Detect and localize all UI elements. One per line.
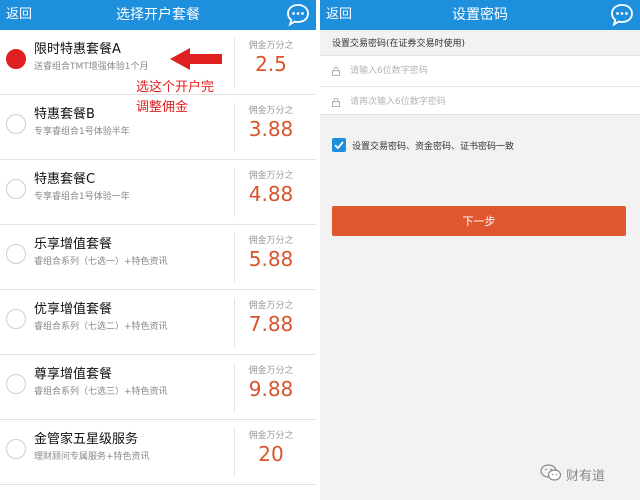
section-label: 设置交易密码(在证券交易时使用) bbox=[332, 39, 466, 49]
page-title: 设置密码 bbox=[452, 7, 508, 23]
plan-name: 金管家五星级服务 bbox=[34, 432, 139, 447]
plan-radio[interactable] bbox=[6, 244, 26, 264]
wechat-icon bbox=[540, 464, 562, 481]
commission-rate: 7.88 bbox=[248, 312, 294, 336]
annotation-line: 调整佣金 bbox=[136, 100, 189, 115]
commission-label: 佣金万分之 bbox=[248, 301, 294, 311]
commission-rate: 9.88 bbox=[248, 377, 294, 401]
plan-name: 乐享增值套餐 bbox=[34, 237, 113, 252]
plan-name: 尊享增值套餐 bbox=[34, 367, 113, 382]
lock-icon bbox=[332, 67, 340, 76]
plan-radio[interactable] bbox=[6, 114, 26, 134]
confirm-password-row bbox=[320, 86, 640, 116]
plan-name: 特惠套餐C bbox=[34, 172, 96, 187]
watermark-text: 财有道 bbox=[566, 469, 606, 484]
plan-item-c[interactable]: 特惠套餐C 专享睿组合1号体验一年 佣金万分之 4.88 bbox=[0, 160, 316, 225]
plan-radio[interactable] bbox=[6, 179, 26, 199]
plan-item-lexiang[interactable]: 乐享增值套餐 睿组合系列（七选一）+特色资讯 佣金万分之 5.88 bbox=[0, 225, 316, 290]
set-password-screen: 返回 设置密码 设置交易密码(在证券交易时使用) 设置交易密码、资金密码、证书密… bbox=[320, 0, 640, 500]
plan-radio-selected[interactable] bbox=[6, 49, 26, 69]
confirm-password-input[interactable] bbox=[350, 93, 620, 111]
page-title: 选择开户套餐 bbox=[116, 7, 200, 23]
commission-rate: 20 bbox=[258, 442, 284, 466]
plan-description: 睿组合系列（七选三）+特色资讯 bbox=[34, 387, 168, 397]
plan-radio[interactable] bbox=[6, 439, 26, 459]
annotation-arrow-icon bbox=[170, 48, 222, 70]
plan-description: 专享睿组合1号体验半年 bbox=[34, 127, 130, 137]
chat-bubble-icon[interactable] bbox=[610, 3, 634, 27]
plan-description: 专享睿组合1号体验一年 bbox=[34, 192, 130, 202]
annotation-note: 选这个开户完 调整佣金 bbox=[136, 78, 214, 118]
password-row bbox=[320, 56, 640, 86]
lock-icon bbox=[332, 98, 340, 107]
plan-item-zunxiang[interactable]: 尊享增值套餐 睿组合系列（七选三）+特色资讯 佣金万分之 9.88 bbox=[0, 355, 316, 420]
plan-description: 理财顾问专属服务+特色资讯 bbox=[34, 452, 150, 462]
plan-description: 睿组合系列（七选二）+特色资讯 bbox=[34, 322, 168, 332]
commission-rate: 5.88 bbox=[248, 247, 294, 271]
plan-selection-screen: 返回 选择开户套餐 限时特惠套餐A 送睿组合TMT增强体验1个月 佣金万分之 2… bbox=[0, 0, 316, 500]
password-input[interactable] bbox=[350, 62, 620, 80]
plan-name: 优享增值套餐 bbox=[34, 302, 113, 317]
divider bbox=[234, 298, 235, 347]
chat-bubble-icon[interactable] bbox=[286, 3, 310, 27]
checkbox-checked-icon[interactable] bbox=[332, 138, 346, 152]
plan-item-jinguanjia[interactable]: 金管家五星级服务 理财顾问专属服务+特色资讯 佣金万分之 20 bbox=[0, 420, 316, 485]
navbar: 返回 选择开户套餐 bbox=[0, 0, 316, 30]
commission-label: 佣金万分之 bbox=[248, 171, 294, 181]
divider bbox=[234, 38, 235, 87]
checkbox-label: 设置交易密码、资金密码、证书密码一致 bbox=[352, 142, 515, 152]
divider bbox=[234, 103, 235, 152]
plan-radio[interactable] bbox=[6, 309, 26, 329]
annotation-line: 选这个开户完 bbox=[136, 80, 215, 95]
plan-radio[interactable] bbox=[6, 374, 26, 394]
divider bbox=[234, 363, 235, 412]
divider bbox=[234, 233, 235, 282]
commission-label: 佣金万分之 bbox=[248, 431, 294, 441]
navbar: 返回 设置密码 bbox=[320, 0, 640, 30]
commission-rate: 3.88 bbox=[248, 117, 294, 141]
plan-name: 限时特惠套餐A bbox=[34, 42, 121, 57]
plan-description: 送睿组合TMT增强体验1个月 bbox=[34, 62, 149, 72]
commission-label: 佣金万分之 bbox=[248, 366, 294, 376]
plan-name: 特惠套餐B bbox=[34, 107, 95, 122]
commission-label: 佣金万分之 bbox=[248, 106, 294, 116]
password-form bbox=[320, 55, 640, 115]
divider bbox=[234, 428, 235, 477]
divider bbox=[234, 168, 235, 217]
plan-item-youxiang[interactable]: 优享增值套餐 睿组合系列（七选二）+特色资讯 佣金万分之 7.88 bbox=[0, 290, 316, 355]
commission-rate: 2.5 bbox=[255, 52, 287, 76]
commission-rate: 4.88 bbox=[248, 182, 294, 206]
commission-label: 佣金万分之 bbox=[248, 41, 294, 51]
plan-description: 睿组合系列（七选一）+特色资讯 bbox=[34, 257, 168, 267]
commission-label: 佣金万分之 bbox=[248, 236, 294, 246]
next-step-button[interactable]: 下一步 bbox=[332, 206, 626, 236]
